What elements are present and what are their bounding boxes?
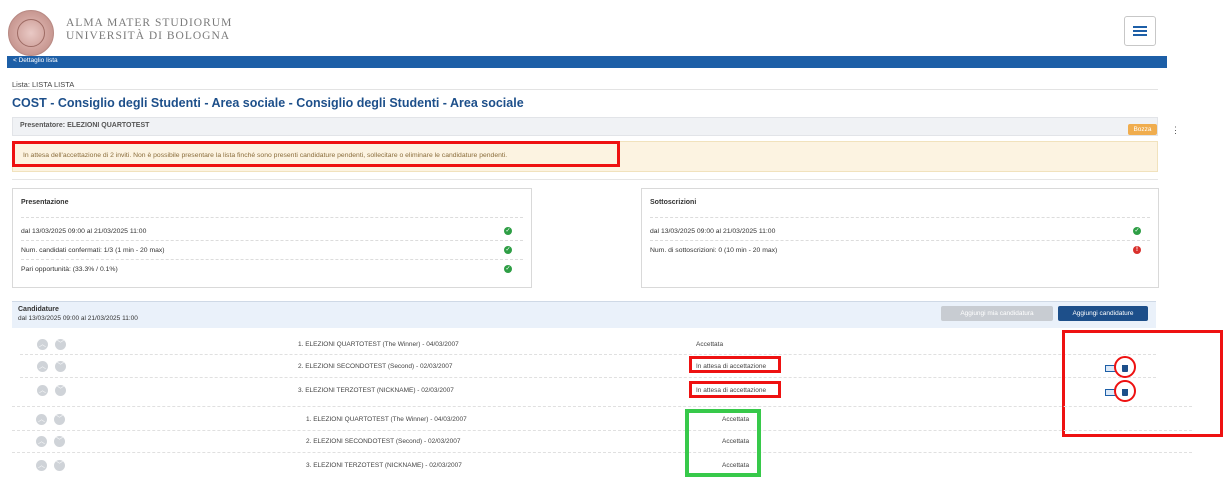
row-divider xyxy=(12,406,1192,407)
presentazione-period: dal 13/03/2025 09:00 al 21/03/2025 11:00 xyxy=(21,228,147,235)
hamburger-menu-button[interactable] xyxy=(1124,16,1156,46)
pending-status-annotation-box xyxy=(689,381,781,398)
navigation-bar: < Dettaglio lista xyxy=(7,56,1167,68)
title-divider xyxy=(12,89,1158,90)
sottoscrizioni-card: Sottoscrizioni dal 13/03/2025 09:00 al 2… xyxy=(641,188,1159,288)
exclamation-circle-icon: ! xyxy=(1133,246,1141,254)
candidate-status: Accettata xyxy=(696,341,724,348)
move-up-button[interactable]: ︿ xyxy=(37,385,48,396)
list-label: Lista: LISTA LISTA xyxy=(12,80,75,89)
card-title: Sottoscrizioni xyxy=(650,199,697,206)
back-link-label: Dettaglio lista xyxy=(18,57,58,64)
check-circle-icon: ✓ xyxy=(504,227,512,235)
add-my-candidacy-button[interactable]: Aggiungi mia candidatura xyxy=(941,306,1053,321)
move-down-button[interactable]: ﹀ xyxy=(55,339,66,350)
candidate-name: 3. ELEZIONI TERZOTEST (NICKNAME) - 02/03… xyxy=(306,462,462,469)
move-up-button[interactable]: ︿ xyxy=(37,361,48,372)
seal-inner-ring xyxy=(17,19,45,47)
presentazione-candidates: Num. candidati confermati: 1/3 (1 min - … xyxy=(21,247,165,254)
move-down-button[interactable]: ﹀ xyxy=(55,361,66,372)
candidate-name: 2. ELEZIONI SECONDOTEST (Second) - 02/03… xyxy=(298,363,453,370)
candidature-title: Candidature xyxy=(18,306,59,313)
logo-line-2: UNIVERSITÀ DI BOLOGNA xyxy=(66,30,231,42)
hamburger-icon-bar xyxy=(1133,30,1147,32)
move-down-button[interactable]: ﹀ xyxy=(54,414,65,425)
row-divider xyxy=(12,452,1192,453)
kebab-menu-icon[interactable]: ⋮ xyxy=(1171,125,1180,136)
row-divider xyxy=(20,354,1156,355)
section-divider xyxy=(12,179,1158,180)
card-divider xyxy=(21,240,523,241)
alert-annotation-box xyxy=(12,141,620,167)
card-title: Presentazione xyxy=(21,199,69,206)
back-link[interactable]: < Dettaglio lista xyxy=(13,57,58,64)
move-down-button[interactable]: ﹀ xyxy=(54,436,65,447)
university-seal-logo xyxy=(8,10,54,56)
row-divider xyxy=(20,377,1156,378)
move-up-button[interactable]: ︿ xyxy=(36,436,47,447)
candidature-list: ︿ ﹀ 1. ELEZIONI QUARTOTEST (The Winner) … xyxy=(12,335,1156,405)
university-logo-text: ALMA MATER STUDIORUM UNIVERSITÀ DI BOLOG… xyxy=(66,17,232,43)
candidature-period: dal 13/03/2025 09:00 al 21/03/2025 11:00 xyxy=(18,315,138,322)
move-up-button[interactable]: ︿ xyxy=(37,339,48,350)
hamburger-icon-bar xyxy=(1133,34,1147,36)
status-badge: Bozza xyxy=(1128,124,1157,135)
card-divider xyxy=(650,217,1150,218)
presenter-text: Presentatore: ELEZIONI QUARTOTEST xyxy=(20,122,150,129)
sottoscrizioni-count: Num. di sottoscrizioni: 0 (10 min - 20 m… xyxy=(650,247,778,254)
chevron-left-icon: < xyxy=(13,57,17,64)
check-circle-icon: ✓ xyxy=(504,265,512,273)
candidate-name: 1. ELEZIONI QUARTOTEST (The Winner) - 04… xyxy=(306,416,467,423)
presentazione-card: Presentazione dal 13/03/2025 09:00 al 21… xyxy=(12,188,532,288)
candidate-name: 1. ELEZIONI QUARTOTEST (The Winner) - 04… xyxy=(298,341,459,348)
check-circle-icon: ✓ xyxy=(1133,227,1141,235)
move-down-button[interactable]: ﹀ xyxy=(55,385,66,396)
trash-annotation-circle xyxy=(1114,356,1136,378)
accepted-status-annotation-box xyxy=(685,409,761,477)
logo-line-1: ALMA MATER STUDIORUM xyxy=(66,17,233,29)
trash-annotation-circle xyxy=(1114,380,1136,402)
hamburger-icon xyxy=(1133,26,1147,28)
pending-status-annotation-box xyxy=(689,356,781,373)
move-up-button[interactable]: ︿ xyxy=(36,460,47,471)
add-candidacies-button[interactable]: Aggiungi candidature xyxy=(1058,306,1148,321)
candidature-list-after: ︿ ﹀ 1. ELEZIONI QUARTOTEST (The Winner) … xyxy=(12,406,1192,477)
card-divider xyxy=(650,240,1150,241)
row-divider xyxy=(12,430,1192,431)
card-divider xyxy=(21,259,523,260)
page-title: COST - Consiglio degli Studenti - Area s… xyxy=(12,96,524,110)
move-down-button[interactable]: ﹀ xyxy=(54,460,65,471)
sottoscrizioni-period: dal 13/03/2025 09:00 al 21/03/2025 11:00 xyxy=(650,228,776,235)
presentazione-equal-opportunity: Pari opportunità: (33.3% / 0.1%) xyxy=(21,266,118,273)
presenter-bar: Presentatore: ELEZIONI QUARTOTEST xyxy=(12,117,1158,136)
candidate-name: 2. ELEZIONI SECONDOTEST (Second) - 02/03… xyxy=(306,438,461,445)
card-divider xyxy=(21,217,523,218)
check-circle-icon: ✓ xyxy=(504,246,512,254)
move-up-button[interactable]: ︿ xyxy=(36,414,47,425)
candidate-name: 3. ELEZIONI TERZOTEST (NICKNAME) - 02/03… xyxy=(298,387,454,394)
